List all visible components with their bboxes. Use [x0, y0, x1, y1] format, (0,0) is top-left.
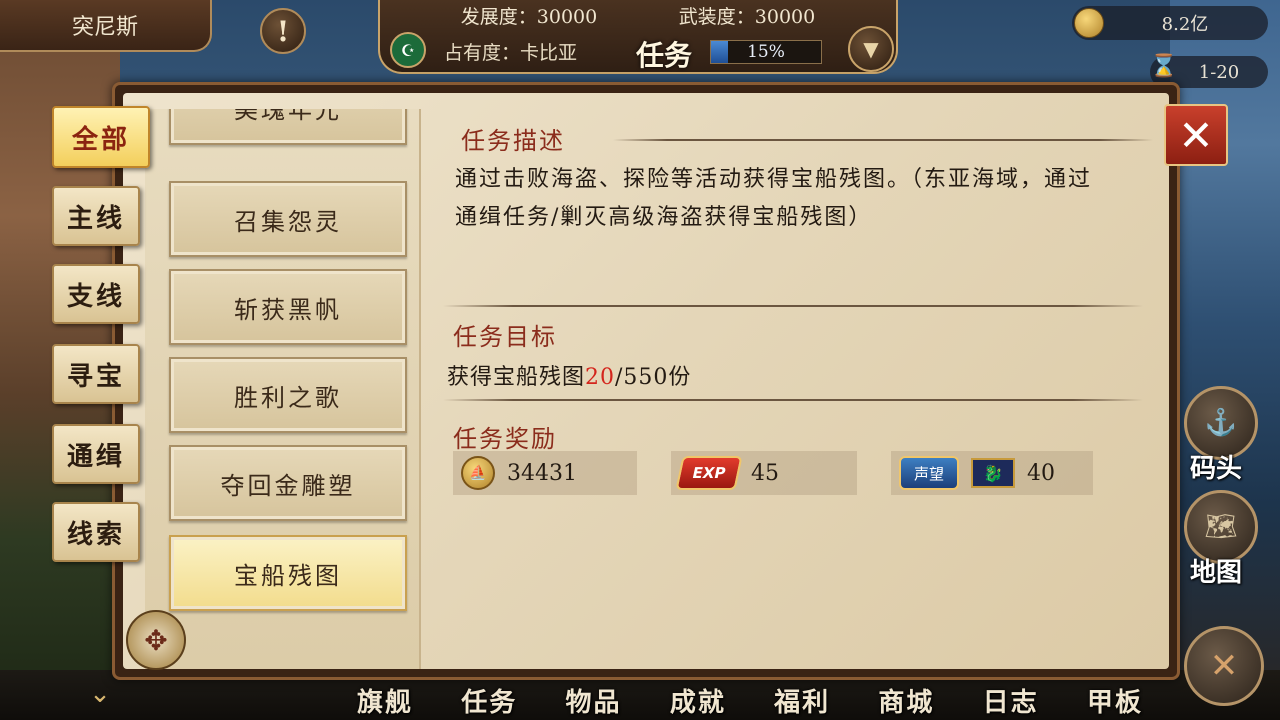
- armament-stat: 武装度：30000: [678, 5, 816, 28]
- quest-item[interactable]: 夺回金雕塑: [169, 445, 407, 521]
- quest-item[interactable]: 召集怨灵: [169, 181, 407, 257]
- time-range-text: 1-20: [1198, 61, 1240, 83]
- quest-item[interactable]: 斩获黑帆: [169, 269, 407, 345]
- quest-panel: 美瑰年光 召集怨灵 斩获黑帆 胜利之歌 夺回金雕塑 宝船残图 任务描述 通过击败…: [112, 82, 1180, 680]
- tab-all[interactable]: 全部: [52, 106, 150, 168]
- quest-list[interactable]: 美瑰年光 召集怨灵 斩获黑帆 胜利之歌 夺回金雕塑 宝船残图: [145, 109, 421, 669]
- development-stat: 发展度：30000: [460, 5, 598, 28]
- quest-item[interactable]: 美瑰年光: [169, 109, 407, 145]
- bottom-nav: 旗舰 任务 物品 成就 福利 商城 日志 甲板: [340, 680, 1160, 720]
- flag-icon: ☪: [390, 32, 426, 68]
- occupancy-stat: 占有度：卡比亚: [444, 42, 578, 64]
- tab-side[interactable]: 支线: [52, 264, 140, 324]
- goal-title: 任务目标: [453, 323, 557, 351]
- gold-coin-icon: [1074, 8, 1104, 38]
- description-text: 通过击败海盗、探险等活动获得宝船残图。（东亚海域，通过通缉任务/剿灭高级海盗获得…: [455, 167, 1093, 230]
- country-name[interactable]: 突尼斯: [0, 0, 212, 52]
- nav-achievements[interactable]: 成就: [653, 682, 743, 719]
- description-title: 任务描述: [461, 127, 565, 155]
- reward-gold-value: 34431: [507, 460, 577, 486]
- gold-coin-icon: ⛵: [461, 456, 495, 490]
- chevron-down-icon[interactable]: ⌄: [80, 674, 120, 714]
- gold-amount: 8.2亿: [1161, 14, 1209, 35]
- chevron-down-icon[interactable]: ▼: [848, 26, 894, 72]
- reward-exp-value: 45: [751, 460, 779, 486]
- alert-button[interactable]: !: [260, 8, 306, 54]
- reward-reputation-value: 40: [1027, 460, 1055, 486]
- reward-reputation: 声望 🐉 40: [891, 451, 1093, 495]
- map-label: 地图: [1190, 558, 1243, 588]
- tab-wanted[interactable]: 通缉: [52, 424, 140, 484]
- top-status-panel: 发展度：30000 武装度：30000 ☪ 占有度：卡比亚 任务 15%: [378, 0, 898, 74]
- nav-items[interactable]: 物品: [549, 682, 639, 719]
- goal-current: 20: [585, 365, 616, 390]
- reward-title: 任务奖励: [453, 425, 557, 453]
- nav-deck[interactable]: 甲板: [1070, 682, 1160, 719]
- progress-text: 15%: [747, 42, 785, 62]
- divider: [443, 305, 1143, 307]
- mission-progress-bar: 15%: [710, 40, 822, 64]
- panel-title: 任务: [636, 39, 693, 72]
- nav-flagship[interactable]: 旗舰: [340, 682, 430, 719]
- reward-gold: ⛵ 34431: [453, 451, 637, 495]
- close-icon[interactable]: ✕: [1164, 104, 1228, 166]
- goal-suffix: /550份: [615, 365, 692, 390]
- nav-quests[interactable]: 任务: [444, 682, 534, 719]
- crossed-swords-icon[interactable]: ✕: [1184, 626, 1264, 706]
- tab-clue[interactable]: 线索: [52, 502, 140, 562]
- nav-log[interactable]: 日志: [966, 682, 1056, 719]
- gold-balance[interactable]: 8.2亿: [1072, 6, 1268, 40]
- stat-row: 发展度：30000 武装度：30000: [380, 0, 896, 30]
- nav-welfare[interactable]: 福利: [757, 682, 847, 719]
- reputation-icon: 声望: [899, 456, 959, 490]
- goal-prefix: 获得宝船残图: [447, 365, 586, 390]
- nav-shop[interactable]: 商城: [861, 682, 951, 719]
- quest-detail: 任务描述 通过击败海盗、探险等活动获得宝船残图。（东亚海域，通过通缉任务/剿灭高…: [443, 93, 1163, 669]
- goal-text: 获得宝船残图20/550份: [447, 359, 691, 391]
- dragon-flag-icon: 🐉: [971, 458, 1015, 488]
- exp-icon: EXP: [675, 456, 743, 490]
- reward-exp: EXP 45: [671, 451, 857, 495]
- divider: [443, 399, 1143, 401]
- dock-label: 码头: [1190, 454, 1243, 484]
- compass-icon[interactable]: ✥: [126, 610, 186, 670]
- tab-main[interactable]: 主线: [52, 186, 140, 246]
- quest-item[interactable]: 胜利之歌: [169, 357, 407, 433]
- tab-treasure[interactable]: 寻宝: [52, 344, 140, 404]
- quest-paper: 美瑰年光 召集怨灵 斩获黑帆 胜利之歌 夺回金雕塑 宝船残图 任务描述 通过击败…: [123, 93, 1169, 669]
- divider: [613, 139, 1153, 141]
- quest-item-selected[interactable]: 宝船残图: [169, 535, 407, 611]
